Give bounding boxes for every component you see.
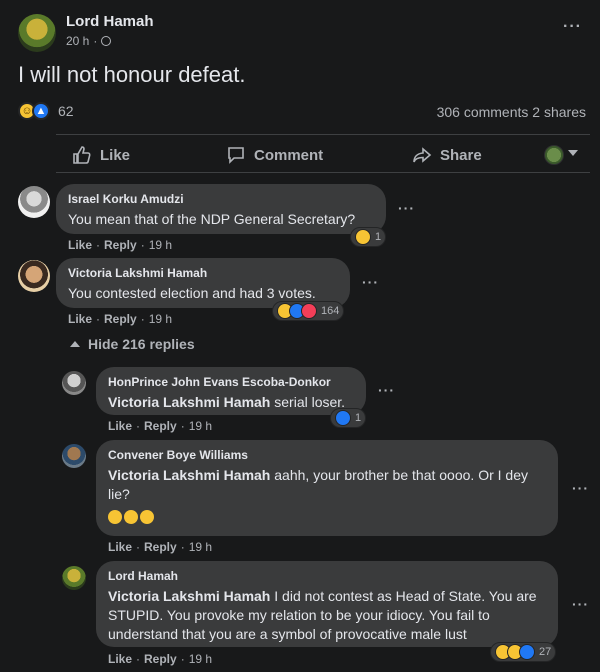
comment-time[interactable]: 19 h: [149, 238, 172, 252]
hide-replies-label: Hide 216 replies: [88, 336, 195, 352]
comment-reaction-count: 27: [539, 646, 552, 658]
reply-bubble: Lord Hamah Victoria Lakshmi Hamah I did …: [96, 561, 558, 647]
comment-like-link[interactable]: Like: [108, 419, 132, 433]
comment-more-icon[interactable]: ···: [572, 596, 589, 612]
comment-like-link[interactable]: Like: [68, 312, 92, 326]
reply-author[interactable]: HonPrince John Evans Escoba-Donkor: [108, 375, 354, 389]
comment-reactions[interactable]: 1: [350, 227, 387, 247]
haha-icon: [355, 229, 371, 245]
comment-text: You mean that of the NDP General Secreta…: [68, 211, 356, 227]
comment-author[interactable]: Israel Korku Amudzi: [68, 192, 374, 206]
comment-button[interactable]: Comment: [226, 145, 323, 165]
post-time[interactable]: 20 h: [66, 34, 89, 48]
comment-actions: Like · Reply · 19 h: [68, 312, 173, 326]
post-text: I will not honour defeat.: [18, 62, 246, 87]
avatar[interactable]: [62, 566, 86, 590]
mention-link[interactable]: Victoria Lakshmi Hamah: [108, 394, 270, 410]
comment-reaction-count: 1: [355, 412, 362, 424]
chevron-up-icon: [70, 341, 80, 347]
share-label: Share: [440, 146, 482, 164]
comment-actions: Like · Reply · 19 h: [108, 652, 213, 666]
comment-reactions[interactable]: 1: [330, 408, 367, 428]
chevron-down-icon[interactable]: [568, 150, 578, 156]
reply-bubble: HonPrince John Evans Escoba-Donkor Victo…: [96, 367, 366, 415]
avatar[interactable]: [18, 260, 50, 292]
comment-author[interactable]: Victoria Lakshmi Hamah: [68, 266, 338, 280]
like-icon: ▲: [32, 102, 50, 120]
comment-reaction-count: 164: [321, 305, 340, 317]
share-icon: [413, 147, 432, 163]
comment-reply-link[interactable]: Reply: [104, 238, 137, 252]
globe-icon: [101, 36, 112, 46]
shares-count[interactable]: 2 shares: [532, 104, 586, 120]
emoji-row: [108, 510, 154, 524]
comments-count[interactable]: 306 comments: [437, 104, 529, 120]
comment-time[interactable]: 19 h: [149, 312, 172, 326]
post-reaction-count: 62: [58, 103, 74, 119]
comment-actions: Like · Reply · 19 h: [108, 540, 213, 554]
post-meta: 20 h ·: [66, 34, 112, 48]
comment-reactions[interactable]: 164: [272, 301, 345, 321]
comment-more-icon[interactable]: ···: [378, 382, 395, 398]
rofl-emoji-icon: [124, 510, 138, 524]
comment-reaction-count: 1: [375, 231, 382, 243]
like-button[interactable]: Like: [72, 145, 130, 165]
post-more-icon[interactable]: ···: [563, 18, 582, 36]
share-button[interactable]: Share: [412, 145, 482, 165]
comment-reply-link[interactable]: Reply: [144, 540, 177, 554]
comment-time[interactable]: 19 h: [189, 419, 212, 433]
comment-like-link[interactable]: Like: [108, 652, 132, 666]
reply-text: serial loser.: [270, 394, 346, 410]
comment-actions: Like · Reply · 19 h: [68, 238, 173, 252]
comment-reply-link[interactable]: Reply: [104, 312, 137, 326]
comment-like-link[interactable]: Like: [108, 540, 132, 554]
like-label: Like: [100, 146, 131, 164]
love-icon: [301, 303, 317, 319]
mention-link[interactable]: Victoria Lakshmi Hamah: [108, 467, 270, 483]
divider: [56, 172, 590, 173]
comment-more-icon[interactable]: ···: [572, 480, 589, 496]
like-icon: [519, 644, 535, 660]
reply-author[interactable]: Lord Hamah: [108, 569, 546, 583]
post-author-avatar[interactable]: [18, 14, 56, 52]
post-author-name[interactable]: Lord Hamah: [66, 13, 154, 30]
like-icon: [335, 410, 351, 426]
reply-bubble: Convener Boye Williams Victoria Lakshmi …: [96, 440, 558, 536]
comment-like-link[interactable]: Like: [68, 238, 92, 252]
comment-reactions[interactable]: 27: [490, 642, 557, 662]
post-reactions[interactable]: ☺ ▲ 62: [18, 102, 74, 120]
hide-replies-toggle[interactable]: Hide 216 replies: [70, 336, 195, 352]
avatar[interactable]: [18, 186, 50, 218]
meta-separator: ·: [93, 34, 98, 48]
avatar[interactable]: [62, 444, 86, 468]
mention-link[interactable]: Victoria Lakshmi Hamah: [108, 588, 270, 604]
comment-more-icon[interactable]: ···: [362, 274, 379, 290]
audience-avatar[interactable]: [544, 145, 564, 165]
comment-actions: Like · Reply · 19 h: [108, 419, 213, 433]
rofl-emoji-icon: [108, 510, 122, 524]
comment-reply-link[interactable]: Reply: [144, 419, 177, 433]
comment-reply-link[interactable]: Reply: [144, 652, 177, 666]
divider: [56, 134, 590, 135]
comment-more-icon[interactable]: ···: [398, 200, 415, 216]
comment-label: Comment: [254, 146, 324, 164]
reply-author[interactable]: Convener Boye Williams: [108, 448, 546, 462]
comment-bubble: Israel Korku Amudzi You mean that of the…: [56, 184, 386, 234]
rofl-emoji-icon: [140, 510, 154, 524]
avatar[interactable]: [62, 371, 86, 395]
comment-icon: [228, 147, 244, 164]
comment-time[interactable]: 19 h: [189, 540, 212, 554]
thumbs-up-icon: [73, 146, 91, 164]
comment-time[interactable]: 19 h: [189, 652, 212, 666]
post-stats: 306 comments 2 shares: [437, 104, 586, 120]
